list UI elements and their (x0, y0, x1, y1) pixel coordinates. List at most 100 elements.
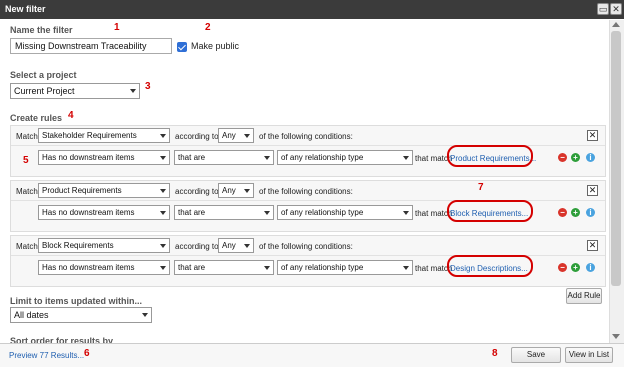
scroll-up-icon[interactable] (612, 22, 620, 27)
annotation-1: 1 (114, 22, 120, 33)
chevron-down-icon (160, 156, 166, 160)
make-public-label: Make public (191, 41, 240, 51)
qualifier-value: that are (178, 263, 206, 272)
relationship-value: of any relationship type (281, 153, 364, 162)
condition-select[interactable]: Has no downstream items (38, 260, 170, 275)
annotation-5: 5 (23, 155, 29, 166)
remove-rule-icon[interactable]: ✕ (587, 130, 598, 141)
plus-icon[interactable]: + (571, 263, 580, 272)
rule-type-value: Block Requirements (42, 241, 114, 250)
according-label: according to (175, 187, 219, 196)
chevron-down-icon (244, 134, 250, 138)
minus-icon[interactable]: − (558, 208, 567, 217)
relationship-select[interactable]: of any relationship type (277, 260, 413, 275)
qualifier-select[interactable]: that are (174, 260, 274, 275)
highlight-oval (447, 145, 533, 167)
rule-type-select[interactable]: Product Requirements (38, 183, 170, 198)
match-label: Match (16, 187, 38, 196)
match-mode-select[interactable]: Any (218, 128, 254, 143)
qualifier-value: that are (178, 153, 206, 162)
save-button[interactable]: Save (511, 347, 561, 363)
chevron-down-icon (142, 313, 148, 317)
condition-select[interactable]: Has no downstream items (38, 150, 170, 165)
limit-select-value: All dates (14, 310, 49, 320)
chevron-down-icon (160, 266, 166, 270)
filter-name-label: Name the filter (10, 25, 73, 35)
according-label: according to (175, 242, 219, 251)
chevron-down-icon (264, 156, 270, 160)
info-icon[interactable]: i (586, 153, 595, 162)
add-rule-button[interactable]: Add Rule (566, 288, 602, 304)
match-mode-value: Any (222, 241, 236, 250)
relationship-value: of any relationship type (281, 263, 364, 272)
view-in-list-button[interactable]: View in List (565, 347, 613, 363)
plus-icon[interactable]: + (571, 153, 580, 162)
rules-label: Create rules (10, 113, 63, 123)
chevron-down-icon (264, 266, 270, 270)
limit-select[interactable]: All dates (10, 307, 152, 323)
annotation-7: 7 (478, 182, 484, 193)
relationship-select[interactable]: of any relationship type (277, 205, 413, 220)
scrollbar-thumb[interactable] (611, 31, 621, 286)
info-icon[interactable]: i (586, 263, 595, 272)
chevron-down-icon (160, 211, 166, 215)
limit-label: Limit to items updated within... (10, 296, 142, 306)
chevron-down-icon (160, 189, 166, 193)
qualifier-value: that are (178, 208, 206, 217)
chevron-down-icon (160, 244, 166, 248)
conditions-label: of the following conditions: (259, 242, 353, 251)
condition-select[interactable]: Has no downstream items (38, 205, 170, 220)
remove-rule-icon[interactable]: ✕ (587, 240, 598, 251)
match-label: Match (16, 132, 38, 141)
plus-icon[interactable]: + (571, 208, 580, 217)
relationship-value: of any relationship type (281, 208, 364, 217)
match-mode-value: Any (222, 131, 236, 140)
conditions-label: of the following conditions: (259, 187, 353, 196)
highlight-oval (447, 255, 533, 277)
rule-type-select[interactable]: Stakeholder Requirements (38, 128, 170, 143)
project-select[interactable]: Current Project (10, 83, 140, 99)
minus-icon[interactable]: − (558, 263, 567, 272)
chevron-down-icon (403, 156, 409, 160)
project-label: Select a project (10, 70, 77, 80)
chevron-down-icon (160, 134, 166, 138)
window-title: New filter (5, 4, 46, 14)
chevron-down-icon (244, 244, 250, 248)
minus-icon[interactable]: − (558, 153, 567, 162)
annotation-3: 3 (145, 81, 151, 92)
chevron-down-icon (264, 211, 270, 215)
match-mode-value: Any (222, 186, 236, 195)
chevron-down-icon (403, 266, 409, 270)
project-select-value: Current Project (14, 86, 75, 96)
rule-3: Match Block Requirements according to An… (10, 235, 606, 287)
close-icon[interactable]: ✕ (610, 3, 622, 15)
annotation-4: 4 (68, 110, 74, 121)
scroll-down-icon[interactable] (612, 334, 620, 339)
match-mode-select[interactable]: Any (218, 238, 254, 253)
info-icon[interactable]: i (586, 208, 595, 217)
conditions-label: of the following conditions: (259, 132, 353, 141)
preview-results-link[interactable]: Preview 77 Results... (9, 351, 84, 360)
annotation-8: 8 (492, 348, 498, 359)
rule-1: Match Stakeholder Requirements according… (10, 125, 606, 177)
chevron-down-icon (403, 211, 409, 215)
highlight-oval (447, 200, 533, 222)
filter-name-input[interactable]: Missing Downstream Traceability (10, 38, 172, 54)
according-label: according to (175, 132, 219, 141)
match-mode-select[interactable]: Any (218, 183, 254, 198)
rule-type-value: Product Requirements (42, 186, 122, 195)
rule-type-value: Stakeholder Requirements (42, 131, 137, 140)
title-bar: New filter ▭ ✕ (0, 0, 624, 19)
annotation-2: 2 (205, 22, 211, 33)
qualifier-select[interactable]: that are (174, 150, 274, 165)
rule-type-select[interactable]: Block Requirements (38, 238, 170, 253)
condition-value: Has no downstream items (42, 153, 135, 162)
maximize-icon[interactable]: ▭ (597, 3, 609, 15)
make-public-checkbox[interactable] (177, 42, 187, 52)
qualifier-select[interactable]: that are (174, 205, 274, 220)
chevron-down-icon (130, 89, 136, 93)
match-label: Match (16, 242, 38, 251)
condition-value: Has no downstream items (42, 208, 135, 217)
remove-rule-icon[interactable]: ✕ (587, 185, 598, 196)
relationship-select[interactable]: of any relationship type (277, 150, 413, 165)
